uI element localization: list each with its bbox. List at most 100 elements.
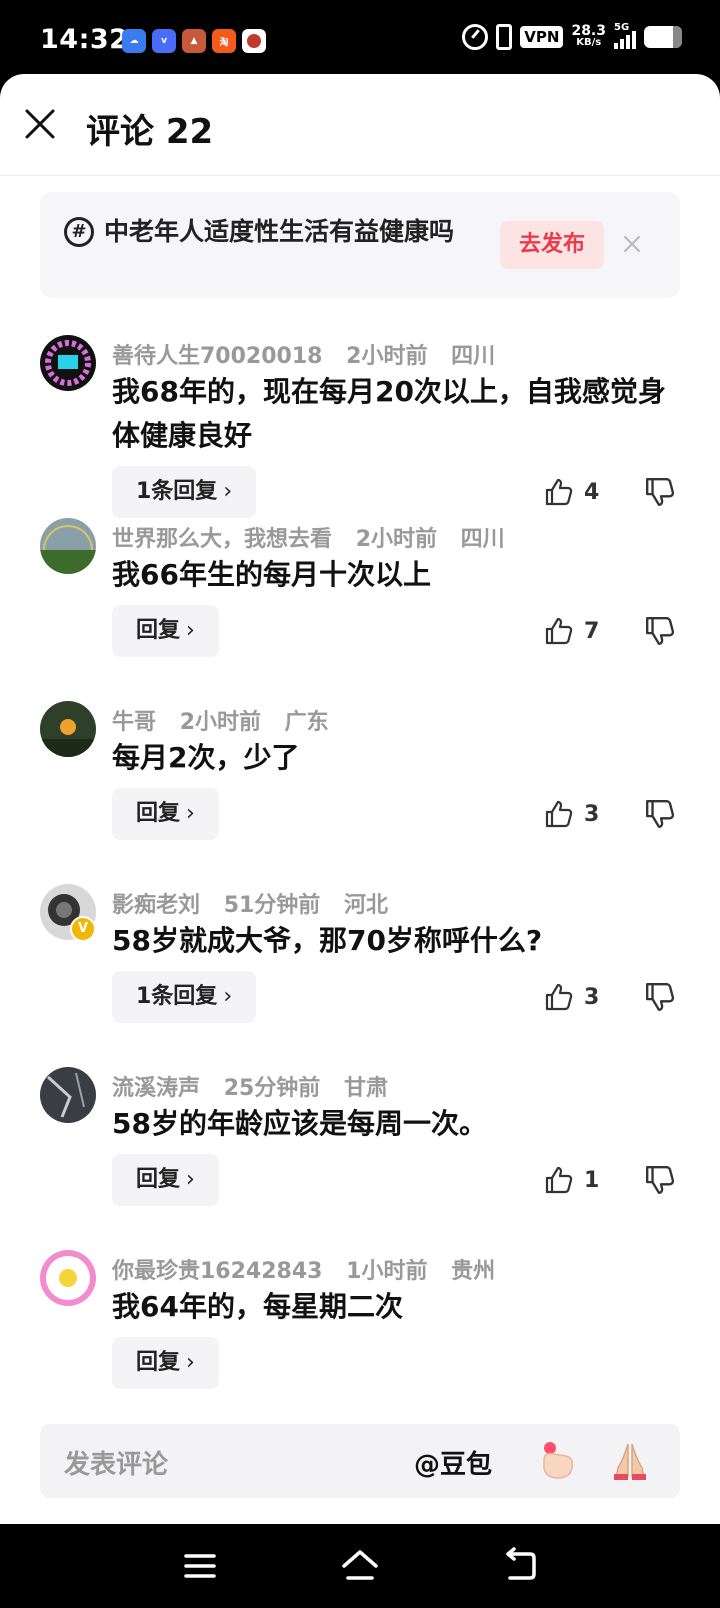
chevron-right-icon: ›	[186, 1167, 195, 1192]
status-bar: 14:32 ☁ v ▲ 淘 VPN 28.3 KB/s 5G	[0, 0, 720, 78]
username[interactable]: 牛哥	[112, 710, 156, 735]
comment-item: 世界那么大，我想去看 2小时前 四川 我66年生的每月十次以上 回复 › 7	[0, 509, 720, 692]
comment-meta: 影痴老刘 51分钟前 河北	[112, 887, 404, 919]
comment-text: 我68年的，现在每月20次以上，自我感觉身体健康良好	[112, 375, 666, 452]
comments-sheet: 评论 22 # 中老年人适度性生活有益健康吗 去发布 善待人生70020018 …	[0, 74, 720, 1524]
comment-input-bar[interactable]: 发表评论 @豆包	[40, 1424, 680, 1498]
avatar[interactable]	[40, 1250, 96, 1306]
avatar[interactable]	[40, 701, 96, 757]
reply-button[interactable]: 回复 ›	[112, 605, 219, 657]
mention-button[interactable]: @豆包	[414, 1444, 492, 1481]
thumbs-down-icon[interactable]	[644, 615, 676, 647]
like-button[interactable]: 4	[544, 476, 604, 508]
comment-text: 每月2次，少了	[112, 741, 300, 774]
reply-button[interactable]: 回复 ›	[112, 1154, 219, 1206]
publish-button[interactable]: 去发布	[500, 221, 604, 269]
avatar[interactable]	[40, 1067, 96, 1123]
notification-icons: ☁ v ▲ 淘	[122, 29, 266, 53]
finger-heart-emoji-icon[interactable]	[536, 1438, 580, 1482]
chevron-right-icon: ›	[186, 1350, 195, 1375]
menu-icon[interactable]	[180, 1546, 220, 1586]
username[interactable]: 流溪涛声	[112, 1076, 200, 1101]
taobao-icon: 淘	[212, 29, 236, 53]
page-title: 评论 22	[86, 112, 214, 152]
avatar-app-icon	[242, 29, 266, 53]
like-button[interactable]: 1	[544, 1164, 604, 1196]
status-time: 14:32	[40, 24, 129, 55]
username[interactable]: 你最珍贵16242843	[112, 1259, 322, 1284]
sheet-header: 评论 22	[0, 74, 720, 176]
reply-label: 回复	[136, 1350, 181, 1375]
thumbs-up-icon	[545, 800, 573, 828]
chevron-right-icon: ›	[186, 618, 195, 643]
like-button[interactable]: 3	[544, 981, 604, 1013]
username[interactable]: 影痴老刘	[112, 893, 200, 918]
comment-meta: 善待人生70020018 2小时前 四川	[112, 338, 511, 370]
thumbs-down-icon[interactable]	[644, 981, 676, 1013]
screen: 14:32 ☁ v ▲ 淘 VPN 28.3 KB/s 5G 评论 22 # 中…	[0, 0, 720, 1608]
thumbs-up-icon	[545, 478, 573, 506]
reply-label: 回复	[136, 618, 181, 643]
vpn-badge: VPN	[520, 26, 564, 48]
like-count: 1	[584, 1167, 600, 1193]
username[interactable]: 世界那么大，我想去看	[112, 527, 332, 552]
comment-text: 58岁的年龄应该是每周一次。	[112, 1107, 487, 1140]
comment-location: 四川	[460, 527, 505, 552]
comment-time: 25分钟前	[223, 1076, 321, 1101]
thumbs-down-icon[interactable]	[644, 798, 676, 830]
comment-time: 2小时前	[179, 710, 261, 735]
like-count: 3	[584, 801, 600, 827]
home-icon[interactable]	[340, 1546, 380, 1586]
speedometer-icon	[462, 24, 489, 50]
comment-item: V 影痴老刘 51分钟前 河北 58岁就成大爷，那70岁称呼什么? 1条回复 › …	[0, 875, 720, 1058]
vibrate-icon	[496, 24, 513, 50]
comment-text: 58岁就成大爷，那70岁称呼什么?	[112, 924, 543, 957]
comment-meta: 你最珍贵16242843 1小时前 贵州	[112, 1253, 511, 1285]
back-icon[interactable]	[500, 1546, 540, 1586]
like-count: 3	[584, 984, 600, 1010]
username[interactable]: 善待人生70020018	[112, 344, 322, 369]
cloud-app-icon: ☁	[122, 29, 146, 53]
close-icon[interactable]	[24, 108, 56, 140]
praying-hands-emoji-icon[interactable]	[608, 1438, 652, 1482]
game-icon: ▲	[182, 29, 206, 53]
battery-icon	[644, 26, 682, 48]
avatar[interactable]	[40, 335, 96, 391]
comment-meta: 流溪涛声 25分钟前 甘肃	[112, 1070, 404, 1102]
verified-badge-icon: V	[70, 916, 96, 942]
like-count: 7	[584, 618, 600, 644]
status-right: VPN 28.3 KB/s 5G	[462, 22, 682, 50]
chevron-right-icon: ›	[223, 984, 233, 1009]
comment-time: 2小时前	[346, 344, 428, 369]
thumbs-down-icon[interactable]	[644, 1164, 676, 1196]
topic-close-icon[interactable]	[620, 232, 644, 256]
comment-item: 流溪涛声 25分钟前 甘肃 58岁的年龄应该是每周一次。 回复 › 1	[0, 1058, 720, 1241]
comment-location: 河北	[343, 893, 388, 918]
reply-button[interactable]: 1条回复 ›	[112, 971, 257, 1023]
net-speed-unit: KB/s	[576, 37, 602, 48]
topic-card[interactable]: # 中老年人适度性生活有益健康吗 去发布	[40, 192, 680, 298]
chevron-right-icon: ›	[186, 801, 195, 826]
like-button[interactable]: 3	[544, 798, 604, 830]
comment-meta: 牛哥 2小时前 广东	[112, 704, 345, 736]
reply-button[interactable]: 回复 ›	[112, 788, 219, 840]
comment-input-placeholder[interactable]: 发表评论	[64, 1444, 168, 1481]
reply-label: 回复	[136, 801, 181, 826]
comment-location: 甘肃	[343, 1076, 388, 1101]
comment-time: 1小时前	[346, 1259, 428, 1284]
reply-button[interactable]: 回复 ›	[112, 1337, 219, 1389]
net-speed-value: 28.3	[571, 23, 606, 39]
thumbs-up-icon	[545, 1166, 573, 1194]
comment-time: 51分钟前	[223, 893, 321, 918]
reply-label: 1条回复	[136, 984, 218, 1009]
signal-icon: 5G	[614, 22, 636, 49]
comment-location: 四川	[451, 344, 496, 369]
reply-label: 回复	[136, 1167, 181, 1192]
comment-location: 广东	[284, 710, 329, 735]
thumbs-down-icon[interactable]	[644, 476, 676, 508]
topic-text: 中老年人适度性生活有益健康吗	[104, 217, 455, 246]
avatar[interactable]	[40, 518, 96, 574]
vivo-icon: v	[152, 29, 176, 53]
like-button[interactable]: 7	[544, 615, 604, 647]
comment-item: 善待人生70020018 2小时前 四川 我68年的，现在每月20次以上，自我感…	[0, 326, 720, 518]
